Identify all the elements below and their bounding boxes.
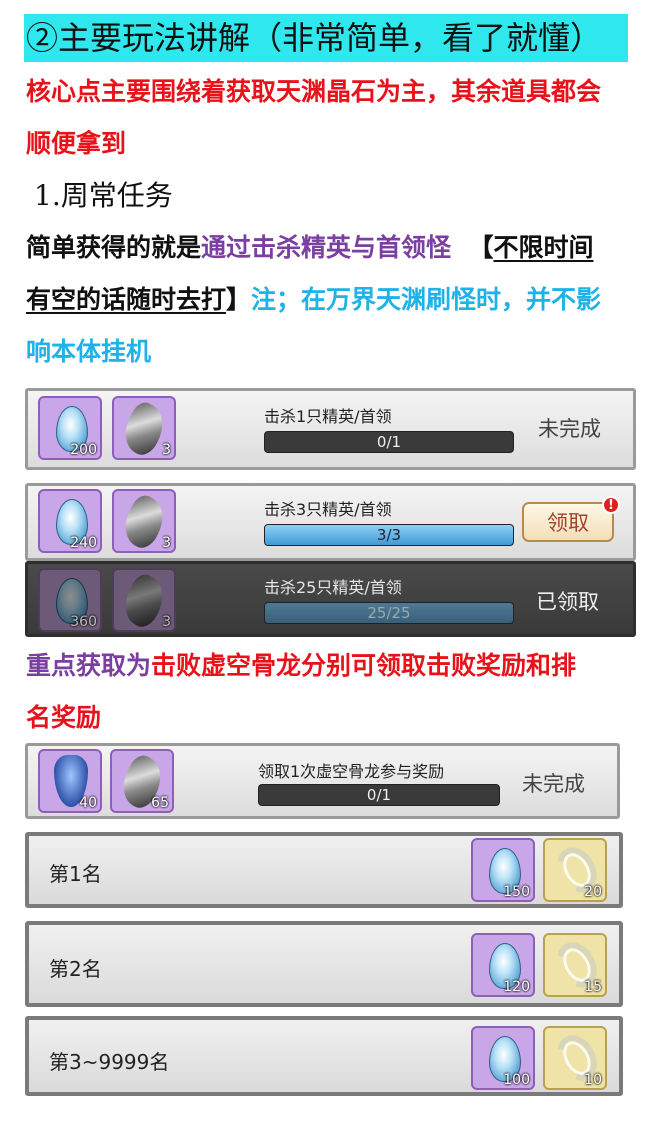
intro-line-2: 顺便拿到 bbox=[26, 129, 127, 158]
reward-qty: 360 bbox=[70, 614, 97, 630]
reward-qty: 20 bbox=[584, 884, 602, 900]
task-progress-bar: 0/1 bbox=[264, 431, 514, 453]
alert-badge-icon: ! bbox=[602, 496, 620, 514]
boss-task: 40 65 领取1次虚空骨龙参与奖励 0/1 未完成 bbox=[25, 743, 620, 819]
focus-line-1: 重点获取为击败虚空骨龙分别可领取击败奖励和排 bbox=[26, 640, 576, 692]
stone-reward-slot[interactable]: 3 bbox=[112, 396, 176, 460]
weekly-task-3: 360 3 击杀25只精英/首领 25/25 已领取 bbox=[25, 561, 636, 637]
crystal-reward-slot[interactable]: 100 bbox=[471, 1026, 535, 1090]
bracket-close: 】 bbox=[226, 285, 252, 314]
shield-reward-slot[interactable]: 40 bbox=[38, 749, 102, 813]
rank-label: 第1名 bbox=[49, 862, 102, 886]
focus-highlight: 击败虚空骨龙分别可领取击败奖励和排 bbox=[151, 651, 577, 680]
weekly-task-2: 240 3 击杀3只精英/首领 3/3 领取 ! bbox=[25, 483, 636, 561]
rank-label: 第2名 bbox=[49, 957, 102, 981]
task-title: 击杀3只精英/首领 bbox=[264, 500, 392, 519]
hook-reward-slot[interactable]: 15 bbox=[543, 933, 607, 997]
section-title-weekly: 1.周常任务 bbox=[34, 179, 173, 212]
reward-qty: 150 bbox=[503, 884, 530, 900]
crystal-reward-slot[interactable]: 150 bbox=[471, 838, 535, 902]
task-title: 击杀25只精英/首领 bbox=[264, 578, 402, 597]
page-heading: ②主要玩法讲解（非常简单，看了就懂） bbox=[24, 14, 628, 62]
task-status: 未完成 bbox=[522, 772, 585, 796]
desc-underline-1: 不限时间 bbox=[493, 233, 594, 262]
reward-qty: 120 bbox=[503, 979, 530, 995]
desc-line-1: 简单获得的就是通过击杀精英与首领怪 【不限时间 bbox=[26, 222, 593, 274]
desc-line-2: 有空的话随时去打】注；在万界天渊刷怪时，并不影 bbox=[26, 274, 601, 326]
stone-reward-slot[interactable]: 3 bbox=[112, 489, 176, 553]
crystal-reward-slot[interactable]: 360 bbox=[38, 568, 102, 632]
desc-note: 注；在万界天渊刷怪时，并不影 bbox=[251, 285, 602, 314]
task-progress-bar: 25/25 bbox=[264, 602, 514, 624]
rank-row-2: 第2名 120 15 bbox=[25, 921, 623, 1007]
task-status: 已领取 bbox=[536, 590, 599, 614]
rank-row-1: 第1名 150 20 bbox=[25, 832, 623, 908]
stone-reward-slot[interactable]: 65 bbox=[110, 749, 174, 813]
task-status: 未完成 bbox=[538, 417, 601, 441]
reward-qty: 100 bbox=[503, 1072, 530, 1088]
desc-line-3: 响本体挂机 bbox=[26, 337, 152, 366]
intro-line-1: 核心点主要围绕着获取天渊晶石为主，其余道具都会 bbox=[26, 77, 602, 106]
bracket-open: 【 bbox=[468, 233, 494, 262]
hook-reward-slot[interactable]: 10 bbox=[543, 1026, 607, 1090]
weekly-task-1: 200 3 击杀1只精英/首领 0/1 未完成 bbox=[25, 388, 636, 470]
task-progress-bar: 3/3 bbox=[264, 524, 514, 546]
claim-button[interactable]: 领取 bbox=[522, 502, 614, 542]
desc-highlight: 通过击杀精英与首领怪 bbox=[201, 233, 452, 262]
progress-text: 0/1 bbox=[366, 786, 392, 804]
hook-reward-slot[interactable]: 20 bbox=[543, 838, 607, 902]
crystal-reward-slot[interactable]: 240 bbox=[38, 489, 102, 553]
rank-row-3: 第3~9999名 100 10 bbox=[25, 1016, 623, 1096]
desc-text: 简单获得的就是 bbox=[26, 233, 202, 262]
focus-text: 重点获取为 bbox=[26, 651, 152, 680]
focus-line-2: 名奖励 bbox=[26, 703, 102, 732]
reward-qty: 65 bbox=[151, 795, 169, 811]
progress-text: 0/1 bbox=[376, 433, 402, 451]
progress-text: 3/3 bbox=[376, 526, 402, 544]
task-title: 击杀1只精英/首领 bbox=[264, 407, 392, 426]
reward-qty: 240 bbox=[70, 535, 97, 551]
reward-qty: 40 bbox=[79, 795, 97, 811]
crystal-reward-slot[interactable]: 120 bbox=[471, 933, 535, 997]
progress-text: 25/25 bbox=[367, 604, 411, 622]
reward-qty: 3 bbox=[162, 535, 171, 551]
reward-qty: 3 bbox=[162, 614, 171, 630]
crystal-reward-slot[interactable]: 200 bbox=[38, 396, 102, 460]
task-title: 领取1次虚空骨龙参与奖励 bbox=[258, 762, 445, 781]
stone-reward-slot[interactable]: 3 bbox=[112, 568, 176, 632]
rank-label: 第3~9999名 bbox=[49, 1050, 170, 1074]
reward-qty: 10 bbox=[584, 1072, 602, 1088]
reward-qty: 15 bbox=[584, 979, 602, 995]
reward-qty: 200 bbox=[70, 442, 97, 458]
task-progress-bar: 0/1 bbox=[258, 784, 500, 806]
reward-qty: 3 bbox=[162, 442, 171, 458]
desc-underline-2: 有空的话随时去打 bbox=[26, 285, 227, 314]
